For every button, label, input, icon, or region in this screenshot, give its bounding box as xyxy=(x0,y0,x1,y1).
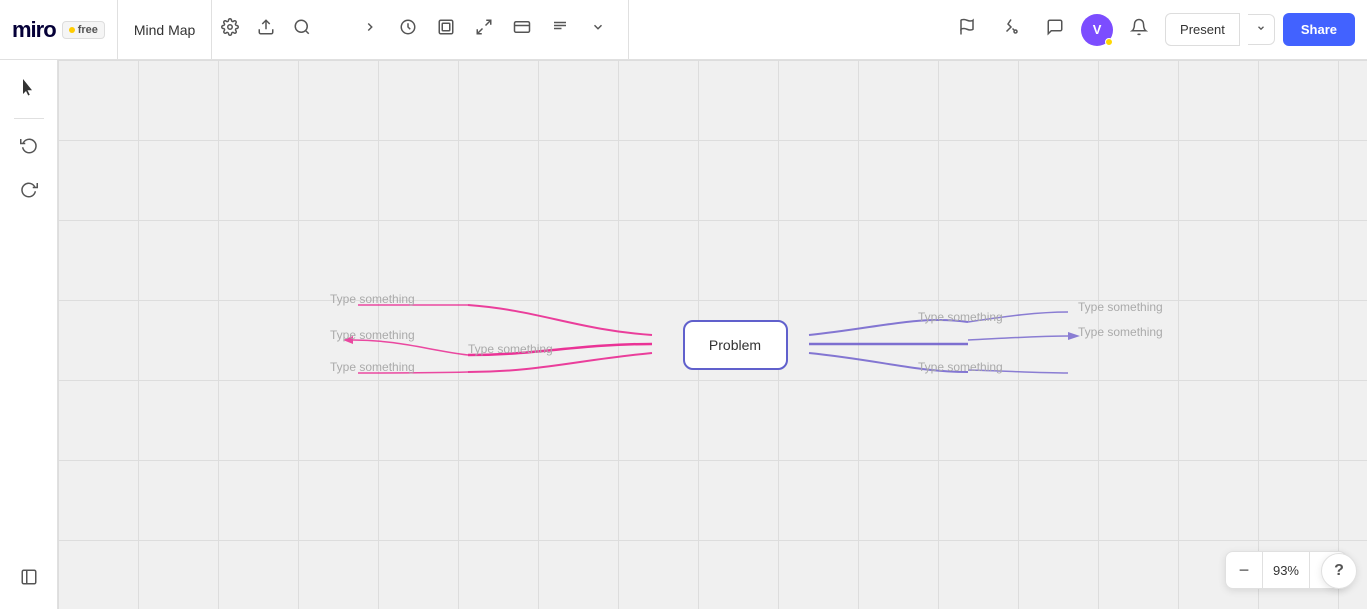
cursor-icon xyxy=(20,79,38,102)
undo-button[interactable] xyxy=(9,127,49,167)
canvas[interactable]: Problem Type something Type something Ty… xyxy=(58,60,1367,609)
zoom-out-button[interactable]: − xyxy=(1226,552,1262,588)
right-label-top: Type something xyxy=(1078,300,1163,314)
present-chevron-icon xyxy=(1256,24,1266,36)
left-label-top: Type something xyxy=(330,292,415,306)
upload-icon xyxy=(257,18,275,41)
right-label-bot: Type something xyxy=(918,360,1003,374)
side-divider-1 xyxy=(14,118,44,119)
chevron-right-icon xyxy=(363,20,377,39)
center-node[interactable]: Problem xyxy=(683,320,788,370)
more-button[interactable] xyxy=(580,12,616,48)
fullscreen-icon xyxy=(475,18,493,41)
bell-icon xyxy=(1130,18,1148,41)
present-dropdown-button[interactable] xyxy=(1248,14,1275,45)
side-panel xyxy=(0,60,58,609)
redo-button[interactable] xyxy=(9,171,49,211)
chevron-down-icon xyxy=(591,20,605,39)
right-label-mid2: Type something xyxy=(918,310,1003,324)
notifications-button[interactable] xyxy=(1121,12,1157,48)
free-label: free xyxy=(78,24,98,36)
upload-button[interactable] xyxy=(248,12,284,48)
cards-icon xyxy=(513,18,531,41)
timer-icon xyxy=(399,18,417,41)
flag-icon xyxy=(958,18,976,41)
settings-icon xyxy=(221,18,239,41)
share-button[interactable]: Share xyxy=(1283,13,1355,46)
fullscreen-button[interactable] xyxy=(466,12,502,48)
present-button[interactable]: Present xyxy=(1165,13,1240,46)
help-button[interactable]: ? xyxy=(1321,553,1357,589)
notes-button[interactable] xyxy=(542,12,578,48)
cursor-tool-button[interactable] xyxy=(9,70,49,110)
left-label-mid: Type something xyxy=(468,342,553,356)
center-node-text: Problem xyxy=(709,337,761,353)
notes-icon xyxy=(551,18,569,41)
miro-logo: miro xyxy=(12,17,56,43)
board-name-label: Mind Map xyxy=(118,0,212,59)
left-toolbar: miro free xyxy=(0,0,118,59)
timer-button[interactable] xyxy=(390,12,426,48)
main-toolbar: miro free Mind Map xyxy=(0,0,1367,60)
laser-button[interactable] xyxy=(993,12,1029,48)
undo-icon xyxy=(20,136,38,159)
panel-toggle-button[interactable] xyxy=(9,559,49,599)
cards-button[interactable] xyxy=(504,12,540,48)
panel-icon xyxy=(20,568,38,591)
avatar-initials: V xyxy=(1093,22,1102,37)
comment-button[interactable] xyxy=(1037,12,1073,48)
comment-icon xyxy=(1046,18,1064,41)
redo-icon xyxy=(20,180,38,203)
free-dot xyxy=(69,27,75,33)
settings-button[interactable] xyxy=(212,12,248,48)
search-icon xyxy=(293,18,311,41)
right-toolbar: V Present Share xyxy=(937,12,1367,48)
avatar[interactable]: V xyxy=(1081,14,1113,46)
frames-icon xyxy=(437,18,455,41)
left-label-bot: Type something xyxy=(330,360,415,374)
zoom-level-display[interactable]: 93% xyxy=(1262,552,1310,588)
frames-button[interactable] xyxy=(428,12,464,48)
avatar-status-dot xyxy=(1105,38,1113,46)
laser-icon xyxy=(1002,18,1020,41)
minus-icon: − xyxy=(1239,560,1250,581)
left-label-mid-top: Type something xyxy=(330,328,415,342)
center-toolbar xyxy=(340,0,629,59)
search-button[interactable] xyxy=(284,12,320,48)
free-badge[interactable]: free xyxy=(62,21,105,39)
flag-button[interactable] xyxy=(949,12,985,48)
right-label-mid: Type something xyxy=(1078,325,1163,339)
toolbar-collapse-button[interactable] xyxy=(352,12,388,48)
